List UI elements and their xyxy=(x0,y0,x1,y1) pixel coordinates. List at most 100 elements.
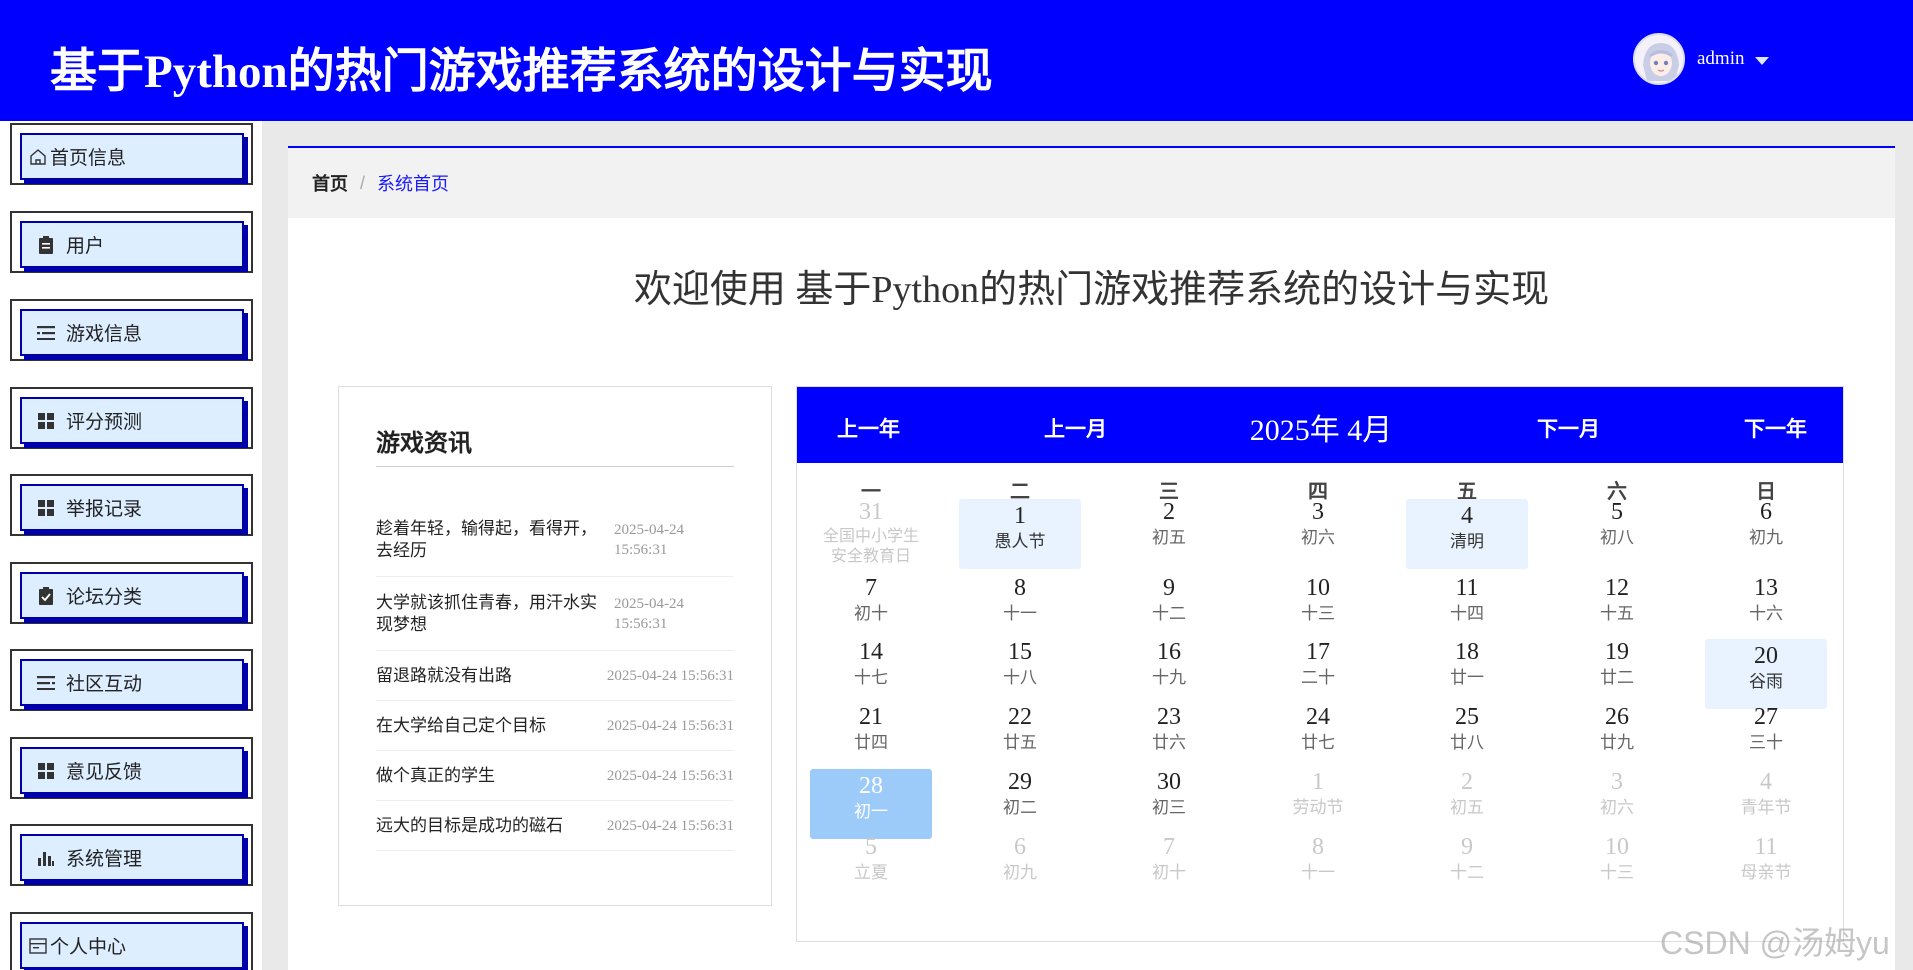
calendar-day[interactable]: 15 十八 xyxy=(959,637,1081,703)
calendar-day-number: 11 xyxy=(1455,575,1479,601)
calendar-day[interactable]: 13 十六 xyxy=(1705,573,1827,639)
sidebar-item-user[interactable]: 用户 xyxy=(10,211,253,273)
news-item[interactable]: 留退路就没有出路 2025-04-24 15:56:31 xyxy=(376,651,734,701)
calendar-day[interactable]: 6 初九 xyxy=(959,832,1081,898)
calendar-day[interactable]: 1 愚人节 xyxy=(959,497,1081,569)
user-menu[interactable]: admin xyxy=(1633,33,1769,85)
calendar-day-lunar: 初六 xyxy=(1600,798,1634,817)
username[interactable]: admin xyxy=(1697,48,1745,70)
calendar-day[interactable]: 9 十二 xyxy=(1406,832,1528,898)
calendar-day[interactable]: 9 十二 xyxy=(1108,573,1230,639)
calendar-day-lunar: 廿八 xyxy=(1450,733,1484,752)
calendar-day[interactable]: 28 初一 xyxy=(810,767,932,839)
breadcrumb-home[interactable]: 首页 xyxy=(312,170,348,196)
next-year-button[interactable]: 下一年 xyxy=(1744,413,1807,443)
news-item[interactable]: 做个真正的学生 2025-04-24 15:56:31 xyxy=(376,751,734,801)
news-item-title[interactable]: 在大学给自己定个目标 xyxy=(376,715,546,737)
sidebar-item-rating-prediction[interactable]: 评分预测 xyxy=(10,387,253,449)
calendar-day[interactable]: 29 初二 xyxy=(959,767,1081,833)
chevron-down-icon[interactable] xyxy=(1754,56,1769,65)
calendar-day[interactable]: 10 十三 xyxy=(1556,832,1678,898)
calendar-header: 上一年 上一月 2025年 4月 下一月 下一年 xyxy=(797,387,1843,463)
calendar-day[interactable]: 31 全国中小学生安全教育日 xyxy=(810,497,932,565)
calendar-day[interactable]: 16 十九 xyxy=(1108,637,1230,703)
calendar-day[interactable]: 7 初十 xyxy=(810,573,932,639)
calendar-day-number: 31 xyxy=(859,499,883,525)
sidebar-item-game-info[interactable]: 游戏信息 xyxy=(10,299,253,361)
calendar-day[interactable]: 26 廿九 xyxy=(1556,702,1678,768)
calendar-day-number: 9 xyxy=(1163,575,1175,601)
calendar-day[interactable]: 5 初八 xyxy=(1556,497,1678,563)
news-item[interactable]: 趁着年轻，输得起，看得开，去经历 2025-04-24 15:56:31 xyxy=(376,503,734,577)
calendar-day-lunar: 十二 xyxy=(1152,604,1186,623)
news-item-title[interactable]: 趁着年轻，输得起，看得开，去经历 xyxy=(376,518,606,562)
sidebar-item-personal-center[interactable]: 个人中心 xyxy=(10,912,253,970)
news-item[interactable]: 远大的目标是成功的磁石 2025-04-24 15:56:31 xyxy=(376,801,734,851)
calendar-day[interactable]: 4 青年节 xyxy=(1705,767,1827,833)
calendar-day[interactable]: 18 廿一 xyxy=(1406,637,1528,703)
app-title: 基于Python的热门游戏推荐系统的设计与实现 xyxy=(50,46,993,98)
calendar-day[interactable]: 27 三十 xyxy=(1705,702,1827,768)
calendar-day[interactable]: 8 十一 xyxy=(1257,832,1379,898)
news-item-title[interactable]: 远大的目标是成功的磁石 xyxy=(376,815,563,837)
sidebar-item-label: 游戏信息 xyxy=(66,324,143,345)
calendar-day-lunar: 初一 xyxy=(854,802,888,821)
calendar-day-lunar: 廿二 xyxy=(1600,668,1634,687)
calendar-day[interactable]: 12 十五 xyxy=(1556,573,1678,639)
calendar-day[interactable]: 3 初六 xyxy=(1556,767,1678,833)
calendar-day[interactable]: 1 劳动节 xyxy=(1257,767,1379,833)
calendar-day[interactable]: 24 廿七 xyxy=(1257,702,1379,768)
news-item[interactable]: 在大学给自己定个目标 2025-04-24 15:56:31 xyxy=(376,701,734,751)
calendar-day[interactable]: 14 十七 xyxy=(810,637,932,703)
next-month-button[interactable]: 下一月 xyxy=(1537,413,1600,443)
news-item-date: 2025-04-24 15:56:31 xyxy=(606,817,734,834)
calendar-day-lunar: 廿七 xyxy=(1301,733,1335,752)
calendar-day[interactable]: 4 清明 xyxy=(1406,497,1528,569)
calendar-day-lunar: 廿六 xyxy=(1152,733,1186,752)
sidebar-item-home[interactable]: 首页信息 xyxy=(10,123,253,185)
breadcrumb-current[interactable]: 系统首页 xyxy=(377,170,449,196)
calendar-day[interactable]: 23 廿六 xyxy=(1108,702,1230,768)
calendar-day-lunar: 二十 xyxy=(1301,668,1335,687)
news-item-title[interactable]: 大学就该抓住青春，用汗水实现梦想 xyxy=(376,592,606,636)
calendar-day[interactable]: 5 立夏 xyxy=(810,832,932,898)
calendar-day-number: 29 xyxy=(1008,769,1032,795)
calendar-day[interactable]: 3 初六 xyxy=(1257,497,1379,563)
calendar-day-lunar: 十八 xyxy=(1003,668,1037,687)
calendar-day-lunar: 十四 xyxy=(1450,604,1484,623)
calendar-day[interactable]: 30 初三 xyxy=(1108,767,1230,833)
news-item-title[interactable]: 留退路就没有出路 xyxy=(376,665,512,687)
calendar-day[interactable]: 2 初五 xyxy=(1406,767,1528,833)
sidebar-item-system-management[interactable]: 系统管理 xyxy=(10,824,253,886)
sidebar-item-label: 意见反馈 xyxy=(66,762,143,783)
home-icon xyxy=(28,147,48,167)
calendar-day-lunar: 十一 xyxy=(1301,863,1335,882)
calendar-day[interactable]: 22 廿五 xyxy=(959,702,1081,768)
sidebar-item-label: 论坛分类 xyxy=(66,587,143,608)
news-item-title[interactable]: 做个真正的学生 xyxy=(376,765,495,787)
sidebar-item-report-records[interactable]: 举报记录 xyxy=(10,474,253,536)
calendar-day[interactable]: 7 初十 xyxy=(1108,832,1230,898)
sidebar-item-forum-category[interactable]: 论坛分类 xyxy=(10,562,253,624)
calendar-day[interactable]: 19 廿二 xyxy=(1556,637,1678,703)
sidebar-item-feedback[interactable]: 意见反馈 xyxy=(10,737,253,799)
calendar-day-number: 13 xyxy=(1754,575,1778,601)
calendar-day[interactable]: 11 母亲节 xyxy=(1705,832,1827,898)
sidebar: 首页信息 用户 游戏信息 评分预测 举报记录 论坛分类 社区互动 意见反馈 系统… xyxy=(0,121,262,970)
calendar-day-lunar: 十五 xyxy=(1600,604,1634,623)
calendar-day[interactable]: 20 谷雨 xyxy=(1705,637,1827,709)
calendar-day[interactable]: 17 二十 xyxy=(1257,637,1379,703)
calendar-day[interactable]: 8 十一 xyxy=(959,573,1081,639)
calendar-day[interactable]: 11 十四 xyxy=(1406,573,1528,639)
calendar-day[interactable]: 25 廿八 xyxy=(1406,702,1528,768)
calendar-day[interactable]: 21 廿四 xyxy=(810,702,932,768)
calendar-day[interactable]: 2 初五 xyxy=(1108,497,1230,563)
calendar-day[interactable]: 10 十三 xyxy=(1257,573,1379,639)
calendar-day-lunar: 十二 xyxy=(1450,863,1484,882)
top-header: 基于Python的热门游戏推荐系统的设计与实现 admin xyxy=(0,0,1913,121)
calendar-day[interactable]: 6 初九 xyxy=(1705,497,1827,563)
avatar[interactable] xyxy=(1633,33,1685,85)
news-item[interactable]: 大学就该抓住青春，用汗水实现梦想 2025-04-24 15:56:31 xyxy=(376,577,734,651)
sidebar-item-label: 个人中心 xyxy=(50,937,127,958)
sidebar-item-community[interactable]: 社区互动 xyxy=(10,649,253,711)
